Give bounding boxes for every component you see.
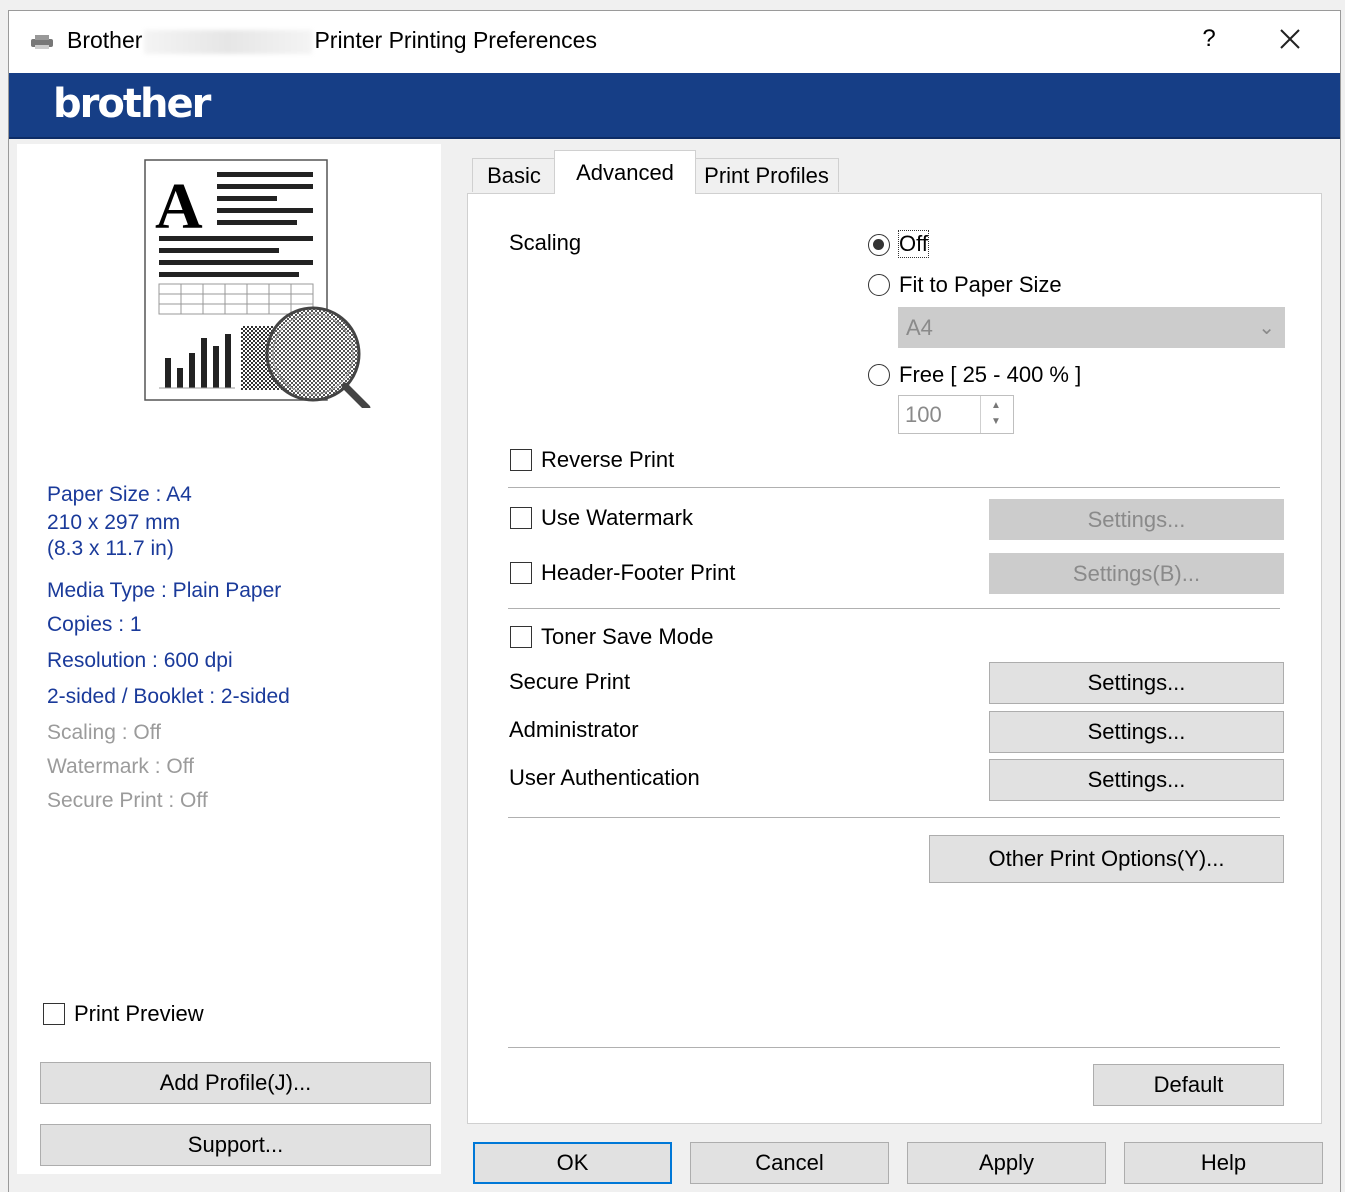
svg-text:A: A	[155, 170, 203, 243]
two-sided-info: 2-sided / Booklet : 2-sided	[47, 685, 290, 708]
redacted-model	[144, 29, 313, 54]
paper-size-mm: 210 x 297 mm	[47, 511, 181, 534]
resolution-info: Resolution : 600 dpi	[47, 649, 233, 672]
chevron-down-icon: ⌄	[1258, 317, 1275, 339]
ok-button[interactable]: OK	[473, 1142, 672, 1184]
administrator-label: Administrator	[509, 717, 639, 742]
brand-banner: brother	[9, 73, 1340, 139]
scaling-info: Scaling : Off	[47, 721, 162, 744]
fit-paper-size-value: A4	[906, 314, 933, 340]
divider	[508, 608, 1280, 609]
tab-basic[interactable]: Basic	[472, 158, 556, 192]
print-preview-checkbox[interactable]	[43, 1003, 65, 1025]
reverse-print-checkbox[interactable]	[510, 449, 532, 471]
title-prefix: Brother	[67, 27, 143, 53]
user-authentication-settings-button[interactable]: Settings...	[989, 759, 1284, 801]
scaling-off-label[interactable]: Off	[898, 230, 929, 258]
header-footer-label[interactable]: Header-Footer Print	[541, 560, 735, 586]
secure-print-settings-button[interactable]: Settings...	[989, 662, 1284, 704]
brother-logo: brother	[53, 81, 211, 127]
printer-icon	[31, 35, 53, 49]
watermark-info: Watermark : Off	[47, 755, 195, 778]
help-button[interactable]: Help	[1124, 1142, 1323, 1184]
scaling-off-radio[interactable]	[868, 234, 890, 256]
spin-down-icon[interactable]: ▼	[991, 416, 1001, 427]
cancel-button[interactable]: Cancel	[690, 1142, 889, 1184]
scaling-fit-paper-radio[interactable]	[868, 274, 890, 296]
title-suffix: Printer Printing Preferences	[314, 27, 597, 53]
help-title-button[interactable]: ?	[1194, 25, 1224, 53]
user-authentication-label: User Authentication	[509, 765, 700, 790]
reverse-print-label[interactable]: Reverse Print	[541, 447, 674, 473]
media-type-info: Media Type : Plain Paper	[47, 579, 282, 602]
watermark-settings-button[interactable]: Settings...	[989, 499, 1284, 540]
default-button[interactable]: Default	[1093, 1064, 1284, 1106]
document-preview-image: A	[144, 159, 371, 408]
use-watermark-checkbox[interactable]	[510, 507, 532, 529]
toner-save-checkbox[interactable]	[510, 626, 532, 648]
administrator-settings-button[interactable]: Settings...	[989, 711, 1284, 753]
scaling-free-label[interactable]: Free [ 25 - 400 % ]	[899, 362, 1081, 388]
paper-size-info: Paper Size : A4	[47, 483, 192, 506]
support-button[interactable]: Support...	[40, 1124, 431, 1166]
apply-button[interactable]: Apply	[907, 1142, 1106, 1184]
fit-paper-size-select[interactable]: A4 ⌄	[898, 307, 1285, 348]
secure-print-info: Secure Print : Off	[47, 789, 208, 812]
free-scale-value: 100	[905, 402, 942, 427]
scaling-fit-paper-label[interactable]: Fit to Paper Size	[899, 272, 1062, 298]
other-print-options-button[interactable]: Other Print Options(Y)...	[929, 835, 1284, 883]
secure-print-label: Secure Print	[509, 669, 631, 694]
spin-up-icon[interactable]: ▲	[991, 400, 1001, 411]
paper-size-in: (8.3 x 11.7 in)	[47, 537, 174, 560]
window-title: Brother Printer Printing Preferences	[67, 27, 597, 54]
divider	[508, 817, 1280, 818]
scaling-label: Scaling	[509, 230, 582, 255]
scaling-free-radio[interactable]	[868, 364, 890, 386]
divider	[508, 487, 1280, 488]
copies-info: Copies : 1	[47, 613, 142, 636]
toner-save-label[interactable]: Toner Save Mode	[541, 624, 713, 650]
header-footer-settings-button[interactable]: Settings(B)...	[989, 553, 1284, 594]
add-profile-button[interactable]: Add Profile(J)...	[40, 1062, 431, 1104]
tab-advanced[interactable]: Advanced	[554, 150, 696, 194]
print-preview-label[interactable]: Print Preview	[74, 1001, 204, 1027]
free-scale-stepper[interactable]: 100 ▲ ▼	[898, 395, 1014, 434]
use-watermark-label[interactable]: Use Watermark	[541, 505, 693, 531]
divider	[508, 1047, 1280, 1048]
title-bar: Brother Printer Printing Preferences ?	[9, 11, 1340, 73]
close-icon[interactable]	[1270, 19, 1310, 59]
tab-print-profiles[interactable]: Print Profiles	[694, 158, 839, 192]
header-footer-checkbox[interactable]	[510, 562, 532, 584]
